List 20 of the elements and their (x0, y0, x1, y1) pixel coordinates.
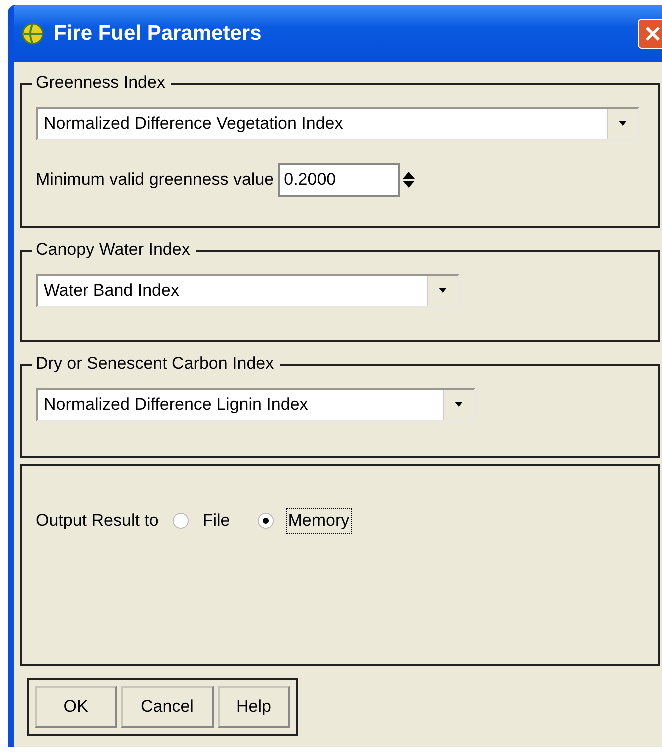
field-label: Minimum valid greenness value (36, 170, 274, 190)
group-title: Dry or Senescent Carbon Index (32, 354, 280, 374)
radio-button[interactable] (172, 513, 189, 529)
radio-label[interactable]: File (200, 508, 232, 534)
globe-icon (22, 22, 44, 44)
dialog-button[interactable]: Cancel (121, 686, 214, 728)
close-icon (644, 24, 662, 42)
dropdown[interactable]: Normalized Difference Vegetation Index (36, 107, 640, 141)
output-label: Output Result to (36, 511, 159, 531)
dropdown[interactable]: Normalized Difference Lignin Index (36, 388, 476, 422)
dialog-button[interactable]: Help (218, 686, 290, 728)
group-title: Canopy Water Index (32, 240, 196, 260)
dialog-button[interactable]: OK (35, 686, 117, 728)
radio-label[interactable]: Memory (286, 508, 352, 534)
number-field[interactable]: 0.2000 (278, 163, 400, 197)
radio-button[interactable] (258, 513, 274, 529)
close-button[interactable] (638, 18, 662, 48)
spinner-arrows-icon[interactable] (402, 171, 416, 189)
dropdown[interactable]: Water Band Index (36, 274, 460, 308)
window-title: Fire Fuel Parameters (54, 22, 262, 46)
